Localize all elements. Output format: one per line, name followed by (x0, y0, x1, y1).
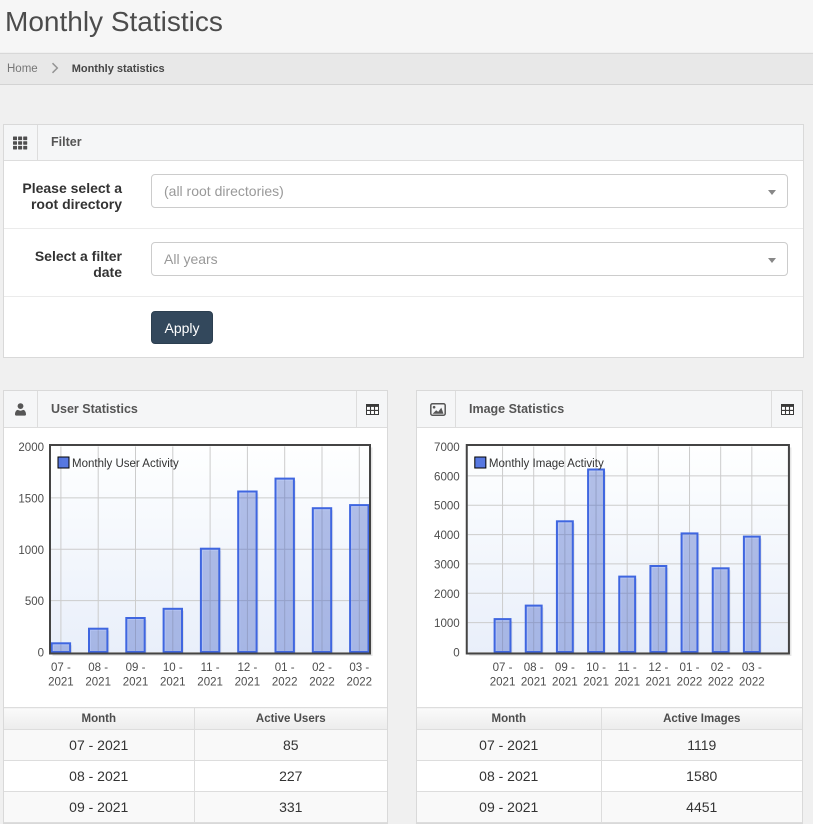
svg-text:08 -: 08 - (88, 662, 108, 674)
svg-text:2021: 2021 (552, 677, 578, 689)
svg-text:09 -: 09 - (555, 662, 575, 674)
svg-text:11 -: 11 - (201, 662, 220, 674)
svg-text:12 -: 12 - (648, 662, 668, 674)
svg-text:2000: 2000 (434, 589, 460, 601)
svg-text:12 -: 12 - (237, 662, 257, 674)
svg-text:1000: 1000 (434, 618, 460, 630)
svg-text:10 -: 10 - (163, 662, 183, 674)
svg-text:02 -: 02 - (312, 662, 332, 674)
svg-text:2022: 2022 (347, 677, 373, 689)
svg-text:09 -: 09 - (126, 662, 146, 674)
svg-text:0: 0 (453, 648, 459, 660)
svg-text:2000: 2000 (18, 442, 44, 454)
svg-text:07 -: 07 - (51, 662, 71, 674)
svg-text:5000: 5000 (434, 501, 460, 513)
svg-text:2021: 2021 (521, 677, 547, 689)
svg-text:10 -: 10 - (586, 662, 606, 674)
svg-text:2021: 2021 (123, 677, 149, 689)
svg-text:01 -: 01 - (680, 662, 700, 674)
svg-text:2022: 2022 (309, 677, 335, 689)
svg-text:2022: 2022 (272, 677, 298, 689)
svg-text:2021: 2021 (197, 677, 223, 689)
svg-text:3000: 3000 (434, 559, 460, 571)
svg-text:11 -: 11 - (618, 662, 637, 674)
svg-text:2022: 2022 (677, 677, 703, 689)
svg-text:2021: 2021 (48, 677, 74, 689)
svg-text:1500: 1500 (18, 493, 44, 505)
svg-text:0: 0 (38, 648, 44, 660)
svg-text:6000: 6000 (434, 471, 460, 483)
svg-text:08 -: 08 - (524, 662, 544, 674)
svg-text:2021: 2021 (646, 677, 672, 689)
svg-text:500: 500 (25, 596, 44, 608)
svg-text:2021: 2021 (614, 677, 640, 689)
svg-text:2021: 2021 (85, 677, 111, 689)
svg-text:2021: 2021 (235, 677, 261, 689)
svg-text:Monthly User Activity: Monthly User Activity (72, 458, 179, 470)
svg-text:2022: 2022 (708, 677, 734, 689)
svg-text:03 -: 03 - (349, 662, 369, 674)
svg-text:02 -: 02 - (711, 662, 731, 674)
svg-text:Monthly Image Activity: Monthly Image Activity (489, 458, 604, 470)
svg-text:2022: 2022 (739, 677, 765, 689)
svg-text:03 -: 03 - (742, 662, 762, 674)
svg-text:2021: 2021 (160, 677, 186, 689)
svg-text:7000: 7000 (434, 442, 460, 454)
svg-text:4000: 4000 (434, 530, 460, 542)
svg-text:01 -: 01 - (275, 662, 295, 674)
svg-text:1000: 1000 (18, 545, 44, 557)
svg-text:07 -: 07 - (493, 662, 513, 674)
svg-text:2021: 2021 (583, 677, 609, 689)
svg-text:2021: 2021 (490, 677, 516, 689)
